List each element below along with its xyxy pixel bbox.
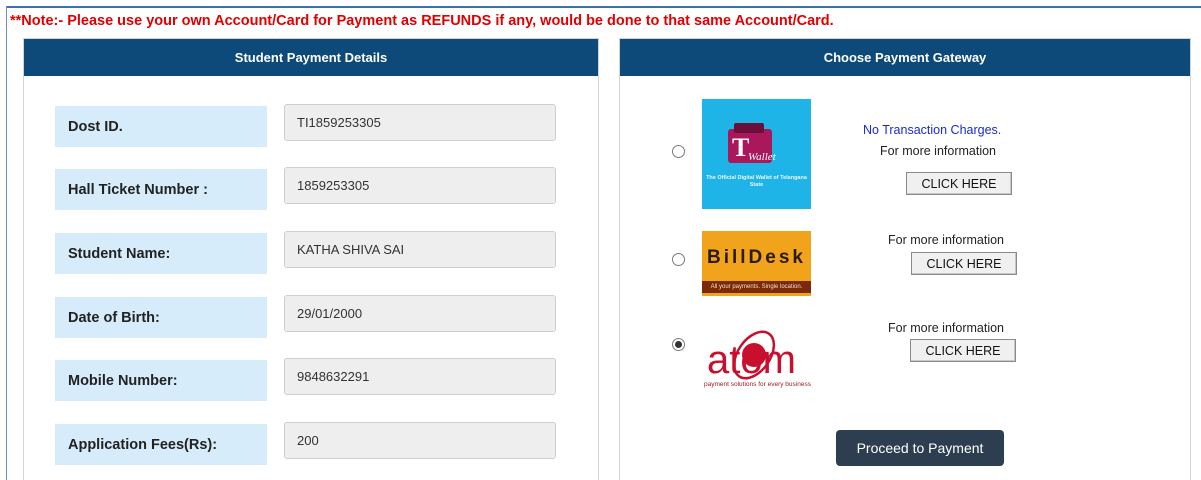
payment-gateway-panel: Choose Payment Gateway T Wallet The Offi… [619,38,1191,480]
refund-note: **Note:- Please use your own Account/Car… [10,13,834,29]
fees-input[interactable] [284,422,556,459]
proceed-to-payment-button[interactable]: Proceed to Payment [836,430,1004,466]
twallet-info-text: For more information [880,144,997,158]
mobile-label: Mobile Number: [55,360,267,401]
twallet-logo-letter: T [732,133,750,162]
gateway-panel-header: Choose Payment Gateway [620,39,1190,76]
twallet-click-here-button[interactable]: CLICK HERE [906,172,1012,195]
hall-ticket-row: Hall Ticket Number : [55,167,557,210]
top-frame-border [6,6,1201,8]
twallet-logo: T Wallet The Official Digital Wallet of … [702,99,811,209]
atom-logo: atom payment solutions for every busines… [702,319,814,391]
atom-logo-word: atom [707,338,796,381]
student-payment-panel: Student Payment Details Dost ID. Hall Ti… [23,38,599,480]
dob-input[interactable] [284,295,556,332]
student-panel-header: Student Payment Details [24,39,598,76]
dost-id-row: Dost ID. [55,104,557,147]
twallet-logo-word: Wallet [748,151,776,163]
student-name-label: Student Name: [55,233,267,274]
dob-row: Date of Birth: [55,295,557,338]
billdesk-info-text: For more information [888,233,1005,247]
twallet-radio[interactable] [672,145,685,158]
billdesk-logo-subtitle: All your payments. Single location. [702,281,811,293]
dost-id-input[interactable] [284,104,556,141]
fees-label: Application Fees(Rs): [55,424,267,465]
hall-ticket-label: Hall Ticket Number : [55,169,267,210]
student-name-row: Student Name: [55,231,557,274]
mobile-row: Mobile Number: [55,358,557,401]
billdesk-logo-word: BillDesk [707,247,806,268]
dost-id-label: Dost ID. [55,106,267,147]
atom-logo-mark: atom [707,330,796,381]
no-charges-text: No Transaction Charges. [863,123,1002,137]
left-frame-border [6,6,7,480]
billdesk-logo: BillDesk All your payments. Single locat… [702,231,811,296]
student-name-input[interactable] [284,231,556,268]
dob-label: Date of Birth: [55,297,267,338]
atom-click-here-button[interactable]: CLICK HERE [910,339,1016,362]
mobile-input[interactable] [284,358,556,395]
atom-info-text: For more information [888,321,1005,335]
atom-logo-subtitle: payment solutions for every business [704,381,811,388]
hall-ticket-input[interactable] [284,167,556,204]
atom-radio[interactable] [672,338,685,351]
twallet-logo-subtitle: The Official Digital Wallet of Telangana… [706,175,807,188]
billdesk-radio[interactable] [672,253,685,266]
fees-row: Application Fees(Rs): [55,422,557,465]
billdesk-click-here-button[interactable]: CLICK HERE [911,252,1017,275]
